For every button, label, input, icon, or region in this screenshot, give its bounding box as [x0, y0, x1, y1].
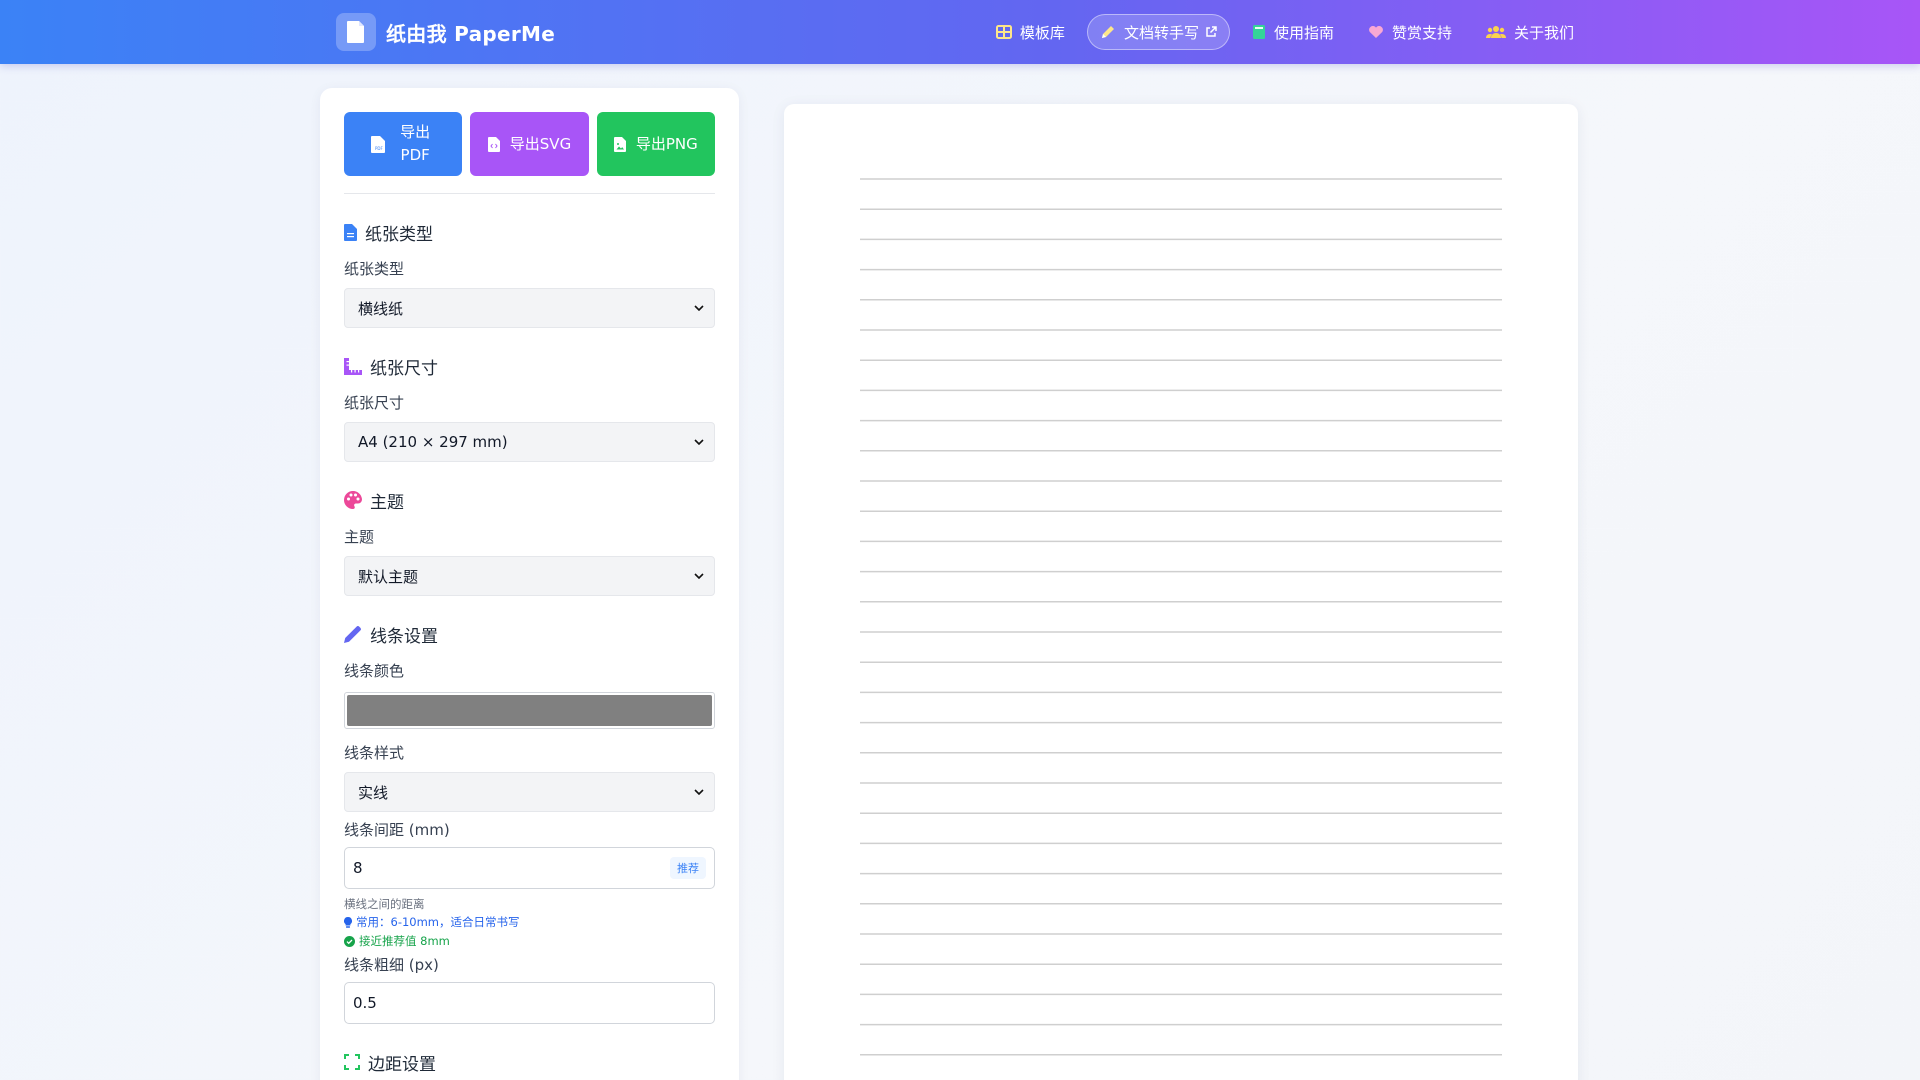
select-value: 实线 [358, 783, 389, 802]
ruler-icon [344, 357, 362, 375]
file-code-icon [487, 136, 500, 152]
brand[interactable]: 纸由我 PaperMe [336, 13, 555, 51]
brand-name: 纸由我 PaperMe [386, 21, 556, 46]
section-title-text: 主题 [370, 492, 404, 513]
nav-about-us[interactable]: 关于我们 [1474, 14, 1586, 50]
spacing-ok-text: 接近推荐值 8mm [359, 934, 450, 948]
section-margin-settings: 边距设置 [344, 1050, 715, 1075]
spacing-hint: 横线之间的距离 [344, 897, 425, 911]
export-pdf-button[interactable]: PDF 导出PDF [344, 112, 463, 176]
select-value: 横线纸 [358, 299, 404, 318]
palette-icon [344, 491, 362, 509]
settings-panel: PDF 导出PDF 导出SVG 导出PNG 纸张类型 纸张类型 横线纸 纸张尺寸… [320, 88, 739, 1080]
svg-text:PDF: PDF [375, 146, 383, 151]
divider [344, 193, 715, 194]
theme-label: 主题 [344, 528, 375, 546]
heart-icon [1369, 26, 1383, 38]
chevron-down-icon [694, 305, 704, 311]
paper-preview [784, 104, 1578, 1080]
export-pdf-label: 导出PDF [400, 123, 431, 164]
top-header: 纸由我 PaperMe 模板库 文档转手写 使用指南 赞赏支持 关于我们 [0, 0, 1920, 64]
export-svg-label: 导出SVG [509, 134, 572, 153]
export-svg-button[interactable]: 导出SVG [470, 112, 589, 176]
line-color-picker[interactable] [344, 692, 715, 729]
select-value: 默认主题 [358, 567, 419, 586]
line-spacing-input[interactable]: 8 推荐 [344, 847, 715, 889]
expand-icon [344, 1054, 360, 1070]
input-value: 8 [353, 859, 363, 877]
recommend-badge[interactable]: 推荐 [670, 857, 706, 879]
section-line-settings: 线条设置 [344, 622, 715, 647]
chevron-down-icon [694, 789, 704, 795]
external-link-icon [1206, 26, 1217, 37]
main-nav: 模板库 文档转手写 使用指南 赞赏支持 关于我们 [984, 13, 1586, 51]
nav-label: 模板库 [1019, 23, 1065, 42]
table-icon [995, 25, 1012, 39]
nav-user-guide[interactable]: 使用指南 [1240, 14, 1346, 50]
file-icon [344, 223, 357, 241]
select-value: A4 (210 × 297 mm) [358, 433, 508, 451]
paper-size-select[interactable]: A4 (210 × 297 mm) [344, 422, 715, 462]
line-color-label: 线条颜色 [344, 662, 405, 680]
line-width-label: 线条粗细 (px) [344, 956, 439, 974]
nav-label: 使用指南 [1273, 23, 1334, 42]
section-title-text: 线条设置 [370, 626, 438, 647]
color-swatch [347, 695, 712, 726]
paper-type-select[interactable]: 横线纸 [344, 288, 715, 328]
file-pdf-icon: PDF [371, 135, 386, 153]
nav-label: 文档转手写 [1123, 23, 1199, 42]
book-icon [1252, 25, 1265, 39]
section-title-text: 纸张尺寸 [370, 358, 438, 379]
export-buttons: PDF 导出PDF 导出SVG 导出PNG [344, 112, 715, 176]
pencil-icon [344, 626, 361, 643]
section-title-text: 边距设置 [368, 1054, 436, 1075]
nav-template-library[interactable]: 模板库 [984, 14, 1077, 50]
check-circle-icon [344, 935, 355, 947]
theme-select[interactable]: 默认主题 [344, 556, 715, 596]
line-style-select[interactable]: 实线 [344, 772, 715, 812]
export-png-button[interactable]: 导出PNG [596, 112, 715, 176]
nav-label: 赞赏支持 [1391, 23, 1452, 42]
paper-type-label: 纸张类型 [344, 260, 405, 278]
section-paper-type: 纸张类型 [344, 220, 715, 245]
file-image-icon [613, 136, 626, 152]
spacing-ok: 接近推荐值 8mm [344, 934, 715, 948]
section-theme: 主题 [344, 488, 715, 513]
section-title-text: 纸张类型 [365, 224, 433, 245]
line-spacing-label: 线条间距 (mm) [344, 821, 450, 839]
spacing-tip: 常用：6-10mm，适合日常书写 [344, 915, 715, 929]
ruled-lines [860, 178, 1502, 1056]
lightbulb-icon [344, 916, 352, 928]
input-value: 0.5 [353, 994, 377, 1012]
paper-size-label: 纸张尺寸 [344, 394, 405, 412]
chevron-down-icon [694, 573, 704, 579]
export-png-label: 导出PNG [635, 134, 698, 153]
users-icon [1485, 26, 1506, 38]
line-style-label: 线条样式 [344, 744, 405, 762]
nav-doc-to-handwriting[interactable]: 文档转手写 [1086, 14, 1230, 50]
nav-donate[interactable]: 赞赏支持 [1356, 14, 1464, 50]
document-icon [336, 13, 376, 51]
chevron-down-icon [694, 439, 704, 445]
pen-icon [1101, 26, 1114, 38]
nav-label: 关于我们 [1513, 23, 1574, 42]
spacing-tip-text: 常用：6-10mm，适合日常书写 [356, 915, 520, 929]
section-paper-size: 纸张尺寸 [344, 354, 715, 379]
line-width-input[interactable]: 0.5 [344, 982, 715, 1024]
